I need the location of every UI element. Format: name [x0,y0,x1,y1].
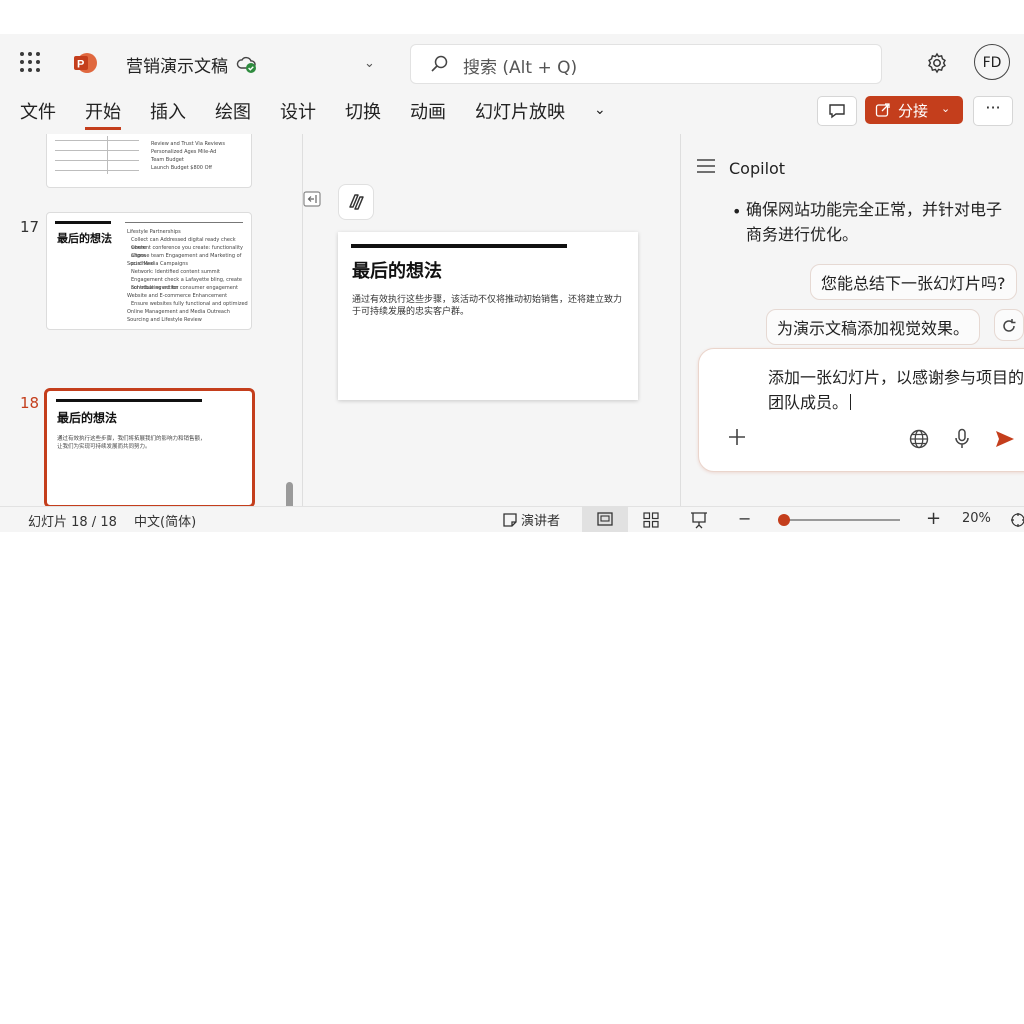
search-placeholder[interactable]: 搜索 (Alt + Q) [463,53,577,78]
copilot-prompt-box[interactable]: 添加一张幻灯片，以感谢参与项目的团队成员。 [698,348,1024,472]
refresh-icon [1003,319,1016,332]
zoom-in-button[interactable]: + [926,508,941,529]
copilot-title: Copilot [729,159,786,178]
copilot-icon [349,194,364,210]
slide-sorter-icon[interactable] [643,512,659,528]
thumb-line: Online Management and Media Outreach [127,309,230,315]
svg-text:P: P [77,59,84,71]
chevron-down-icon[interactable]: ⌄ [941,102,950,115]
tab-file[interactable]: 文件 [20,98,56,124]
tab-draw[interactable]: 绘图 [215,98,251,124]
chevron-down-icon[interactable]: ⌄ [364,56,375,71]
prompt-input[interactable]: 添加一张幻灯片，以感谢参与项目的团队成员。 [768,365,1024,415]
powerpoint-icon: P [74,53,97,73]
tab-slideshow[interactable]: 幻灯片放映 [475,98,565,124]
refresh-suggestions-button[interactable] [994,309,1024,341]
zoom-level[interactable]: 20% [962,511,991,526]
thumb-title: 最后的想法 [57,232,112,245]
thumb-line: Review and Trust Via Reviews [151,141,225,147]
zoom-slider-thumb[interactable] [778,514,790,526]
more-options-button[interactable]: ··· [973,96,1013,126]
thumb-line: Sourcing and Lifestyle Review [127,317,202,323]
share-icon [875,103,890,117]
thumb-line: Launch Budget $800 Off [151,165,212,171]
tab-insert[interactable]: 插入 [150,98,186,124]
thumb-body: 通过有效执行这些步骤，我们将拓展我们的影响力和销售额，让我们为实现可持续发展而共… [57,436,206,450]
thumb-line: Network: Identified content summit [131,269,220,275]
normal-view-button[interactable] [582,506,628,532]
copilot-response: 确保网站功能完全正常，并针对电子商务进行优化。 [746,200,1003,244]
bullet-icon: • [732,202,742,221]
slide-number: 18 [20,394,40,412]
avatar[interactable]: FD [974,44,1010,80]
document-title[interactable]: 营销演示文稿 [126,52,228,77]
collapse-pane-icon[interactable] [303,190,321,208]
slide-thumbnail-17[interactable]: 最后的想法 Lifestyle Partnerships Collect can… [46,212,252,330]
slide-counter: 幻灯片 18 / 18 [28,515,117,530]
notes-icon [503,513,517,527]
search-box[interactable]: 搜索 (Alt + Q) [410,44,882,84]
share-label[interactable]: 分接 [898,100,928,121]
text-cursor [850,394,852,410]
pane-divider [680,134,681,506]
normal-view-icon [597,512,613,526]
microphone-icon[interactable] [954,428,970,450]
share-button[interactable]: 分接 ⌄ [865,96,963,124]
suggestion-chip[interactable]: 为演示文稿添加视觉效果。 [766,309,981,345]
zoom-slider[interactable] [786,519,900,521]
slide-title[interactable]: 最后的想法 [352,257,442,283]
presenter-view-icon[interactable] [690,511,708,529]
add-icon[interactable] [727,427,747,447]
zoom-out-button[interactable]: − [738,509,751,528]
slide-title-bar [351,244,567,248]
thumb-line: Personalized Ages Mile-Ad [151,149,217,155]
thumb-line: Social Media Campaigns [127,261,189,267]
globe-icon[interactable] [909,429,929,449]
thumb-title: 最后的想法 [57,411,118,425]
tab-design[interactable]: 设计 [280,98,316,124]
thumb-line: Ensure websites fully functional and opt… [131,301,248,307]
thumb-line: Website and E-commerce Enhancement [127,293,228,299]
app-launcher-icon[interactable] [20,52,40,72]
comment-icon [829,104,845,119]
slide-thumbnail-16[interactable]: Review and Trust Via Reviews Personalize… [46,134,252,188]
slide-canvas[interactable]: 最后的想法 通过有效执行这些步骤，该活动不仅将推动初始销售，还将建立致力于可持续… [338,232,638,400]
prompt-text[interactable]: 添加一张幻灯片，以感谢参与项目的团队成员。 [768,368,1024,412]
tab-home[interactable]: 开始 [85,98,121,130]
language-indicator[interactable]: 中文(简体) [134,511,196,530]
notes-label[interactable]: 演讲者 [521,514,560,529]
cloud-saved-icon [236,56,256,73]
thumb-line: Schedule event for consumer engagement [131,285,239,291]
slide-body[interactable]: 通过有效执行这些步骤，该活动不仅将推动初始销售，还将建立致力于可持续发展的忠实客… [352,294,622,318]
send-icon[interactable] [995,429,1015,449]
gear-icon[interactable] [926,52,948,74]
search-icon [431,55,448,72]
fit-to-window-icon[interactable] [1010,512,1024,528]
suggestion-chip[interactable]: 您能总结下一张幻灯片吗? [810,264,1017,300]
slide-number: 17 [20,218,40,236]
menu-icon[interactable] [696,158,716,174]
thumb-line: Lifestyle Partnerships [127,229,181,235]
tab-transitions[interactable]: 切换 [345,98,381,124]
slide-thumbnails-pane: Review and Trust Via Reviews Personalize… [0,134,302,508]
comments-button[interactable] [817,96,857,126]
copilot-button[interactable] [338,184,374,220]
slide-thumbnail-18[interactable]: 最后的想法 通过有效执行这些步骤，我们将拓展我们的影响力和销售额，让我们为实现可… [44,388,255,508]
tab-animations[interactable]: 动画 [410,98,446,124]
thumb-line: Team Budget [151,157,184,163]
notes-button[interactable]: 演讲者 [502,510,560,529]
powerpoint-window: P 营销演示文稿 ⌄ 搜索 (Alt + Q) FD 文件 开始 插入 绘图 设… [0,34,1024,532]
chevron-down-icon[interactable]: ⌄ [594,102,606,118]
